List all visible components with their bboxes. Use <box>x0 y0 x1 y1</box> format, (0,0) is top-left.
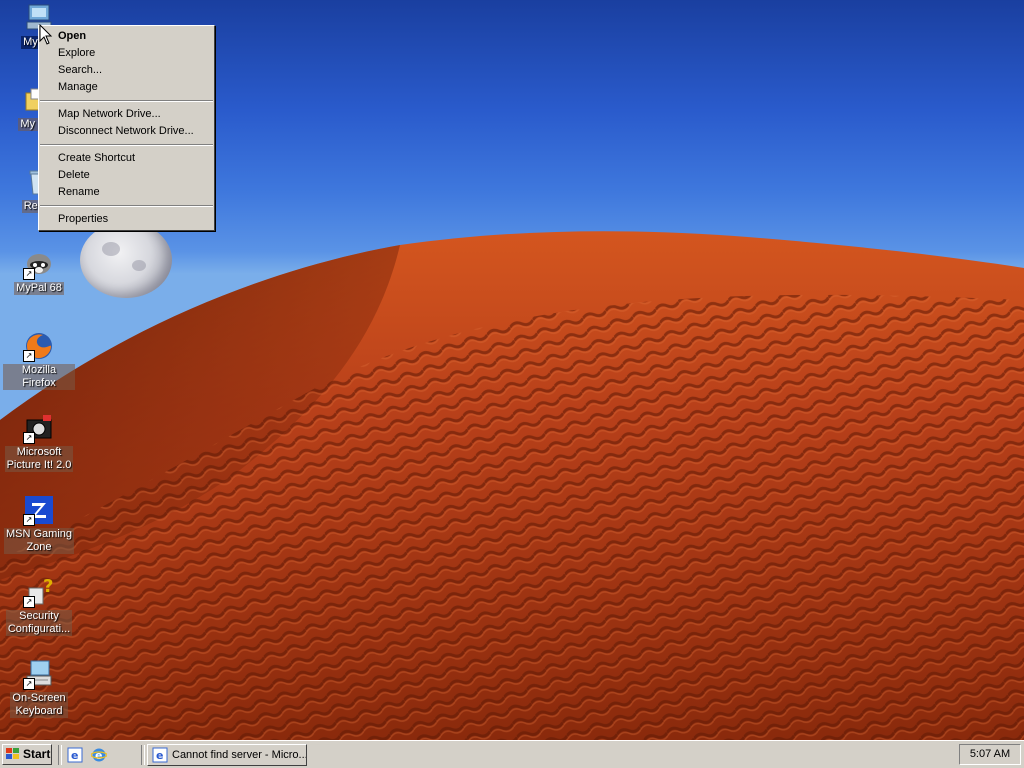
shortcut-arrow-icon: ↗ <box>23 514 35 526</box>
menu-item-disconnect-network-drive[interactable]: Disconnect Network Drive... <box>39 123 214 140</box>
security-config-icon: ? ↗ <box>23 576 55 608</box>
menu-separator <box>40 205 213 207</box>
menu-item-rename[interactable]: Rename <box>39 184 214 201</box>
shortcut-arrow-icon: ↗ <box>23 678 35 690</box>
menu-item-create-shortcut[interactable]: Create Shortcut <box>39 150 214 167</box>
ie-icon[interactable]: e <box>67 747 83 763</box>
desktop-icon-label: Microsoft Picture It! 2.0 <box>4 446 74 472</box>
taskbar-separator <box>141 745 145 765</box>
menu-separator <box>40 100 213 102</box>
shortcut-arrow-icon: ↗ <box>23 350 35 362</box>
shortcut-arrow-icon: ↗ <box>23 596 35 608</box>
desktop-icon-mypal[interactable]: ↗ MyPal 68 <box>3 248 75 295</box>
firefox-icon: ↗ <box>23 330 55 362</box>
camera-icon: ↗ <box>23 412 55 444</box>
svg-text:e: e <box>95 749 102 762</box>
desktop-icon-msn-gaming-zone[interactable]: ↗ MSN Gaming Zone <box>3 494 75 554</box>
menu-item-delete[interactable]: Delete <box>39 167 214 184</box>
taskbar-window-title: Cannot find server - Micro... <box>172 749 307 761</box>
taskbar-window-button[interactable]: e Cannot find server - Micro... <box>147 744 307 766</box>
shortcut-arrow-icon: ↗ <box>23 432 35 444</box>
menu-item-open[interactable]: Open <box>39 28 214 45</box>
svg-text:e: e <box>156 749 163 762</box>
raccoon-icon: ↗ <box>23 248 55 280</box>
desktop-icon-label: MSN Gaming Zone <box>3 528 75 554</box>
moon-image <box>80 222 172 298</box>
desktop-icon-label: On-Screen Keyboard <box>10 692 68 718</box>
desktop-icon-label: Mozilla Firefox <box>3 364 75 390</box>
windows-logo-icon <box>6 748 19 759</box>
menu-item-search[interactable]: Search... <box>39 62 214 79</box>
menu-item-manage[interactable]: Manage <box>39 79 214 96</box>
mouse-cursor-icon <box>39 24 53 45</box>
start-button[interactable]: Start <box>2 744 52 765</box>
menu-item-map-network-drive[interactable]: Map Network Drive... <box>39 106 214 123</box>
svg-text:e: e <box>71 749 78 762</box>
ie-page-icon: e <box>152 747 168 763</box>
taskbar: Start e e e Cannot find server - Micro..… <box>0 740 1024 768</box>
system-tray-clock[interactable]: 5:07 AM <box>959 744 1021 765</box>
svg-text:?: ? <box>43 576 53 597</box>
ie-icon-alt[interactable]: e <box>91 747 107 763</box>
desktop-icon-firefox[interactable]: ↗ Mozilla Firefox <box>3 330 75 390</box>
menu-item-explore[interactable]: Explore <box>39 45 214 62</box>
desktop-icon-picture-it[interactable]: ↗ Microsoft Picture It! 2.0 <box>3 412 75 472</box>
desktop-icon-label: MyPal 68 <box>14 282 64 295</box>
keyboard-icon: ↗ <box>23 658 55 690</box>
zone-icon: ↗ <box>23 494 55 526</box>
menu-separator <box>40 144 213 146</box>
context-menu: Open Explore Search... Manage Map Networ… <box>38 25 215 231</box>
desktop-icon-label: Security Configurati... <box>5 610 73 636</box>
clock-text: 5:07 AM <box>969 748 1011 760</box>
desktop-icon-security-config[interactable]: ? ↗ Security Configurati... <box>3 576 75 636</box>
taskbar-separator <box>58 745 62 765</box>
start-label: Start <box>23 747 51 761</box>
desktop[interactable]: My Co My Doc Recyc ↗ MyPal 68 ↗ Mozilla … <box>0 0 1024 740</box>
desktop-icon-on-screen-keyboard[interactable]: ↗ On-Screen Keyboard <box>3 658 75 718</box>
shortcut-arrow-icon: ↗ <box>23 268 35 280</box>
menu-item-properties[interactable]: Properties <box>39 211 214 228</box>
